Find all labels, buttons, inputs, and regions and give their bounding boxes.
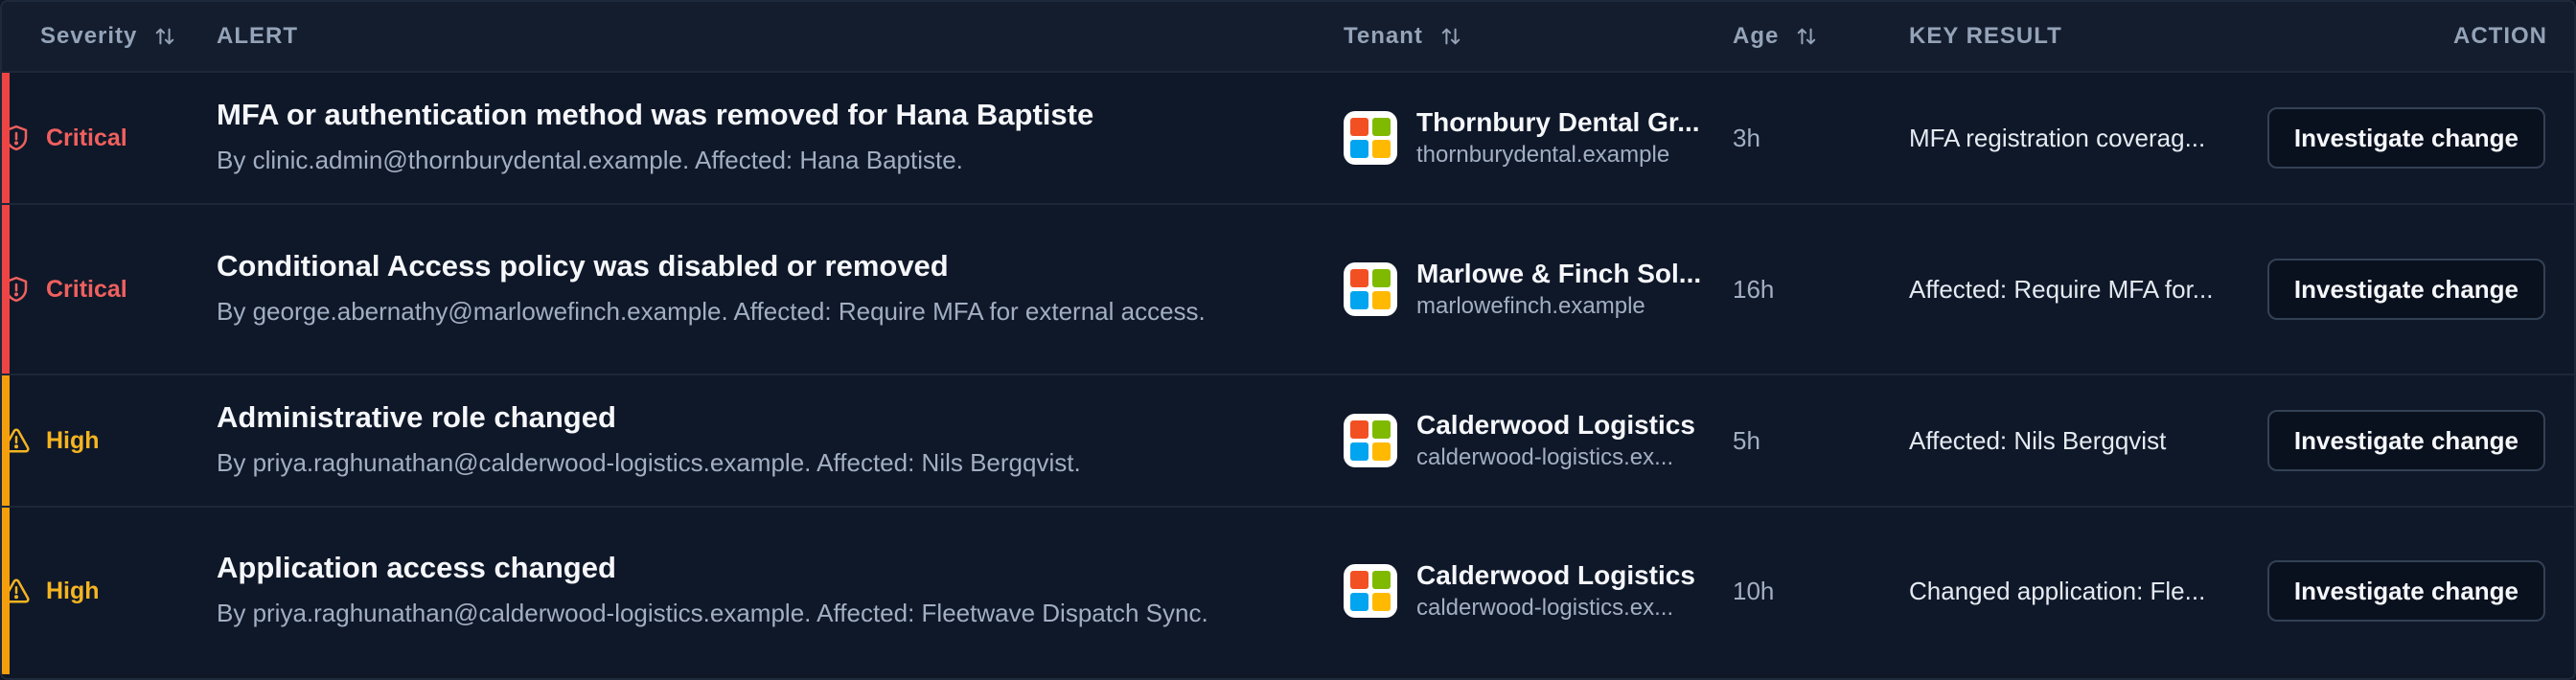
tenant-name: Thornbury Dental Gr... xyxy=(1416,107,1700,137)
severity-label: High xyxy=(46,577,100,604)
tenant-name: Marlowe & Finch Sol... xyxy=(1416,259,1702,288)
severity-cell: High xyxy=(2,577,217,605)
action-cell: Investigate change xyxy=(2260,560,2574,622)
column-header-alert: ALERT xyxy=(217,23,1344,50)
investigate-change-button[interactable]: Investigate change xyxy=(2266,560,2545,622)
column-header-tenant[interactable]: Tenant xyxy=(1344,23,1733,50)
alert-description: By priya.raghunathan@calderwood-logistic… xyxy=(217,599,1208,627)
tenant-domain: thornburydental.example xyxy=(1416,142,1670,168)
tenant-domain: calderwood-logistics.ex... xyxy=(1416,444,1674,470)
alert-description: By george.abernathy@marlowefinch.example… xyxy=(217,297,1206,326)
table-row[interactable]: Critical Conditional Access policy was d… xyxy=(2,205,2574,375)
alert-description: By clinic.admin@thornburydental.example.… xyxy=(217,146,963,174)
microsoft-logo-icon xyxy=(1344,111,1397,165)
alert-cell: Administrative role changed By priya.rag… xyxy=(217,398,1344,483)
investigate-change-button[interactable]: Investigate change xyxy=(2266,107,2545,169)
age-value: 10h xyxy=(1733,576,1775,605)
severity-bar xyxy=(2,73,10,203)
sort-icon xyxy=(1798,28,1816,45)
severity-cell: Critical xyxy=(2,275,217,304)
severity-cell: Critical xyxy=(2,124,217,152)
alert-title[interactable]: Application access changed xyxy=(217,549,1267,587)
table-row[interactable]: Critical MFA or authentication method wa… xyxy=(2,73,2574,205)
tenant-name: Calderwood Logistics xyxy=(1416,410,1695,440)
tenant-cell: Calderwood Logistics calderwood-logistic… xyxy=(1344,408,1733,473)
sort-icon xyxy=(1441,28,1460,45)
sort-icon xyxy=(156,28,174,45)
column-header-action-label: ACTION xyxy=(2453,23,2547,49)
tenant-cell: Thornbury Dental Gr... thornburydental.e… xyxy=(1344,105,1733,170)
tenant-cell: Marlowe & Finch Sol... marlowefinch.exam… xyxy=(1344,257,1733,322)
microsoft-logo-icon xyxy=(1344,564,1397,618)
alert-title[interactable]: MFA or authentication method was removed… xyxy=(217,96,1344,134)
key-result: Affected: Require MFA for... xyxy=(1909,274,2214,304)
table-header: Severity ALERT Tenant Age KEY RESULT ACT… xyxy=(2,2,2574,73)
alerts-table: Severity ALERT Tenant Age KEY RESULT ACT… xyxy=(0,0,2576,680)
column-header-severity[interactable]: Severity xyxy=(2,23,217,50)
severity-bar xyxy=(2,375,10,506)
severity-label: Critical xyxy=(46,124,127,151)
column-header-age[interactable]: Age xyxy=(1733,23,1909,50)
table-row[interactable]: High Administrative role changed By priy… xyxy=(2,375,2574,508)
column-header-alert-label: ALERT xyxy=(217,23,298,49)
action-cell: Investigate change xyxy=(2260,259,2574,320)
key-result: Changed application: Fle... xyxy=(1909,576,2206,605)
tenant-cell: Calderwood Logistics calderwood-logistic… xyxy=(1344,558,1733,623)
age-value: 16h xyxy=(1733,274,1775,304)
alert-title[interactable]: Conditional Access policy was disabled o… xyxy=(217,247,1267,285)
severity-bar xyxy=(2,508,10,674)
severity-label: High xyxy=(46,426,100,454)
age-value: 3h xyxy=(1733,123,1760,152)
alert-description: By priya.raghunathan@calderwood-logistic… xyxy=(217,448,1081,477)
severity-label: Critical xyxy=(46,275,127,303)
alert-cell: Conditional Access policy was disabled o… xyxy=(217,247,1344,331)
age-value: 5h xyxy=(1733,425,1760,455)
action-cell: Investigate change xyxy=(2260,410,2574,471)
severity-cell: High xyxy=(2,426,217,455)
key-result: Affected: Nils Bergqvist xyxy=(1909,425,2167,455)
alert-cell: Application access changed By priya.ragh… xyxy=(217,549,1344,633)
tenant-domain: marlowefinch.example xyxy=(1416,293,1645,319)
column-header-tenant-label: Tenant xyxy=(1344,23,1423,49)
microsoft-logo-icon xyxy=(1344,414,1397,467)
microsoft-logo-icon xyxy=(1344,262,1397,316)
key-result: MFA registration coverag... xyxy=(1909,123,2206,152)
alert-cell: MFA or authentication method was removed… xyxy=(217,96,1344,180)
column-header-age-label: Age xyxy=(1733,23,1780,49)
action-cell: Investigate change xyxy=(2260,107,2574,169)
investigate-change-button[interactable]: Investigate change xyxy=(2266,410,2545,471)
severity-bar xyxy=(2,205,10,374)
investigate-change-button[interactable]: Investigate change xyxy=(2266,259,2545,320)
tenant-name: Calderwood Logistics xyxy=(1416,560,1695,590)
tenant-domain: calderwood-logistics.ex... xyxy=(1416,595,1674,621)
table-row[interactable]: High Application access changed By priya… xyxy=(2,508,2574,674)
column-header-key-result: KEY RESULT xyxy=(1909,23,2260,50)
column-header-severity-label: Severity xyxy=(40,23,138,49)
alert-title[interactable]: Administrative role changed xyxy=(217,398,1344,437)
column-header-action: ACTION xyxy=(2260,23,2574,50)
column-header-key-result-label: KEY RESULT xyxy=(1909,23,2062,49)
